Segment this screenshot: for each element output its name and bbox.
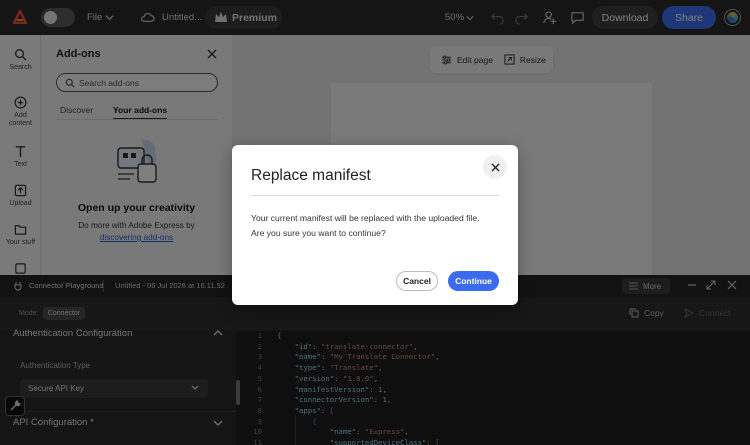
dialog-body: Your current manifest will be replaced w… [251, 211, 507, 241]
dialog-body-line: Are you sure you want to continue? [251, 228, 386, 238]
replace-manifest-dialog: Replace manifest Your current manifest w… [232, 145, 518, 305]
cancel-button[interactable]: Cancel [396, 271, 438, 291]
dialog-close-button[interactable] [483, 155, 507, 179]
dialog-body-line: Your current manifest will be replaced w… [251, 213, 480, 223]
dialog-title: Replace manifest [251, 167, 371, 184]
close-icon [490, 162, 500, 172]
continue-button[interactable]: Continue [448, 271, 499, 291]
dialog-divider [251, 195, 499, 196]
